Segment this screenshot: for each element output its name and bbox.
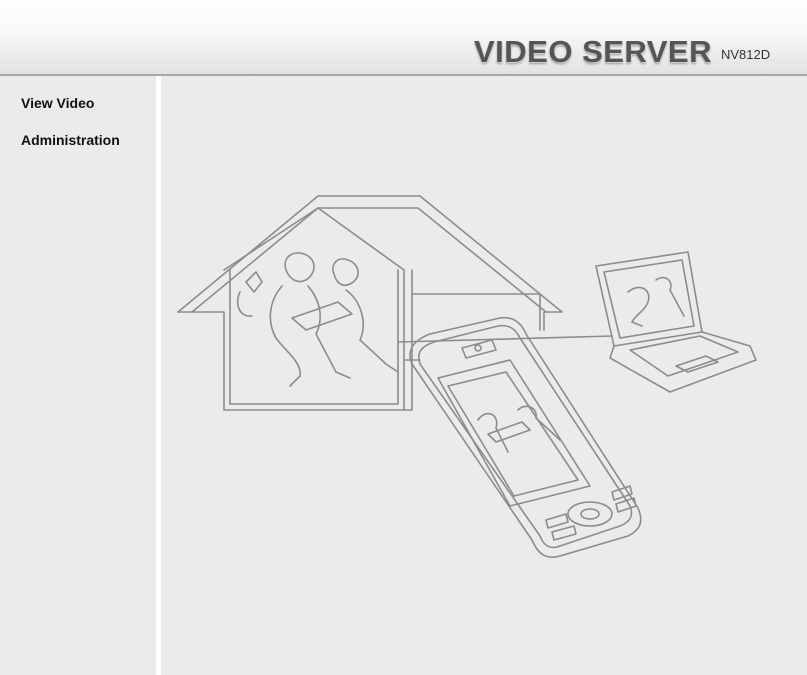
model-label: NV812D — [721, 47, 771, 62]
nav-administration[interactable]: Administration — [21, 132, 120, 148]
sidebar: View Video Administration — [0, 76, 156, 675]
connection-line — [397, 335, 613, 343]
brand-title: VIDEO SERVER — [474, 34, 713, 69]
main-content — [161, 76, 807, 675]
house-icon — [177, 195, 563, 411]
phone-icon — [409, 316, 642, 558]
house-phone-laptop-illustration — [177, 195, 757, 558]
laptop-icon — [595, 251, 757, 393]
family-sketch — [236, 252, 399, 387]
header-bar: VIDEO SERVER NV812D — [0, 0, 807, 76]
nav-view-video[interactable]: View Video — [21, 95, 94, 111]
